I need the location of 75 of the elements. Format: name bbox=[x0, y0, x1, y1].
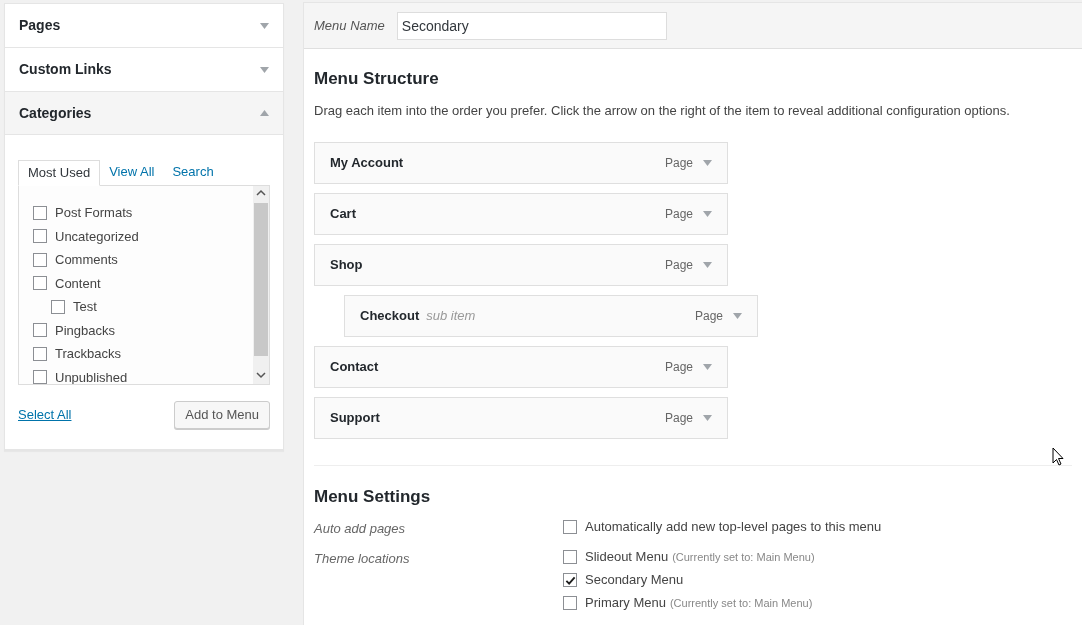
accordion-header[interactable]: Custom Links bbox=[5, 48, 283, 91]
menu-item-title: My Account bbox=[330, 154, 404, 173]
expand-arrow-icon[interactable] bbox=[733, 313, 742, 319]
option-note: (Currently set to: Main Menu) bbox=[672, 549, 815, 565]
menu-item-note: sub item bbox=[426, 307, 476, 326]
category-label: Unpublished bbox=[55, 368, 128, 384]
category-label: Trackbacks bbox=[55, 345, 121, 363]
add-to-menu-button[interactable]: Add to Menu bbox=[174, 401, 270, 429]
checkbox[interactable] bbox=[563, 519, 577, 534]
category-label: Post Formats bbox=[55, 204, 133, 222]
scrollbar[interactable] bbox=[253, 186, 269, 384]
menu-item[interactable]: Shop Page bbox=[314, 244, 728, 286]
settings-heading: Menu Settings bbox=[314, 486, 432, 508]
expand-arrow-icon[interactable] bbox=[260, 66, 269, 73]
category-label: Comments bbox=[55, 251, 118, 269]
mouse-cursor-icon bbox=[1052, 447, 1064, 466]
menu-name-field[interactable]: Secondary bbox=[396, 11, 667, 40]
menu-item-title: Shop bbox=[330, 256, 363, 275]
menu-name-label: Menu Name bbox=[314, 16, 385, 35]
menu-item[interactable]: Checkout sub item Page bbox=[344, 295, 758, 337]
setting-label: Theme locations bbox=[314, 550, 411, 568]
structure-heading: Menu Structure bbox=[314, 68, 440, 90]
checkbox[interactable] bbox=[563, 596, 577, 610]
category-label: Pingbacks bbox=[55, 321, 115, 340]
menu-item[interactable]: Contact Page bbox=[314, 346, 728, 388]
checkbox[interactable] bbox=[33, 229, 47, 244]
category-tab[interactable]: View All bbox=[100, 159, 164, 185]
option-label: Primary Menu bbox=[585, 594, 666, 613]
category-tab[interactable]: Search bbox=[163, 159, 223, 185]
expand-arrow-icon[interactable] bbox=[703, 211, 712, 217]
checkbox[interactable] bbox=[33, 346, 47, 361]
expand-arrow-icon[interactable] bbox=[703, 262, 712, 268]
option-label: Secondary Menu bbox=[585, 571, 684, 590]
menu-item-title: Cart bbox=[330, 205, 356, 224]
collapse-arrow-icon[interactable] bbox=[260, 110, 269, 116]
menu-item-type: Page bbox=[694, 308, 723, 325]
option-note: (Currently set to: Main Menu) bbox=[669, 595, 813, 611]
menu-item-type: Page bbox=[664, 257, 693, 274]
select-all-link[interactable]: Select All bbox=[18, 405, 72, 425]
category-label: Uncategorized bbox=[55, 227, 139, 246]
expand-arrow-icon[interactable] bbox=[260, 22, 269, 29]
option-label: Slideout Menu bbox=[585, 548, 669, 567]
section-title: Pages bbox=[19, 16, 61, 35]
menu-item-title: Support bbox=[330, 409, 380, 428]
expand-arrow-icon[interactable] bbox=[703, 160, 712, 166]
checkbox[interactable] bbox=[33, 252, 47, 267]
section-title: Custom Links bbox=[19, 60, 112, 79]
section-title: Categories bbox=[19, 103, 92, 123]
structure-hint: Drag each item into the order you prefer. Click the arrow on the right of the item to reveal additional configuration options. bbox=[314, 101, 1011, 120]
menu-item-type: Page bbox=[664, 410, 693, 427]
setting-label: Auto add pages bbox=[314, 519, 407, 538]
checkbox[interactable] bbox=[33, 205, 47, 220]
menu-item-type: Page bbox=[664, 155, 693, 172]
menu-item-type: Page bbox=[664, 206, 693, 223]
option-label: Automatically add new top-level pages to this menu bbox=[585, 517, 882, 536]
checkbox[interactable] bbox=[563, 550, 577, 564]
category-label: Content bbox=[55, 274, 101, 293]
checkbox[interactable] bbox=[563, 573, 577, 587]
expand-arrow-icon[interactable] bbox=[703, 364, 712, 370]
menu-item[interactable]: Cart Page bbox=[314, 193, 728, 235]
menu-item[interactable]: Support Page bbox=[314, 397, 728, 439]
menu-item[interactable]: My Account Page bbox=[314, 142, 728, 184]
accordion-header[interactable]: Categories bbox=[5, 92, 283, 135]
category-tab[interactable]: Most Used bbox=[18, 160, 101, 186]
checkbox[interactable] bbox=[33, 370, 47, 384]
expand-arrow-icon[interactable] bbox=[703, 415, 712, 421]
checkbox[interactable] bbox=[33, 323, 47, 338]
accordion-header[interactable]: Pages bbox=[5, 4, 283, 47]
checkbox[interactable] bbox=[51, 299, 65, 314]
menu-item-title: Checkout bbox=[360, 307, 420, 326]
category-label: Test bbox=[73, 298, 97, 316]
menu-item-type: Page bbox=[664, 359, 693, 376]
checkmark-icon bbox=[564, 574, 576, 586]
checkbox[interactable] bbox=[33, 276, 47, 291]
menu-item-title: Contact bbox=[330, 358, 379, 377]
